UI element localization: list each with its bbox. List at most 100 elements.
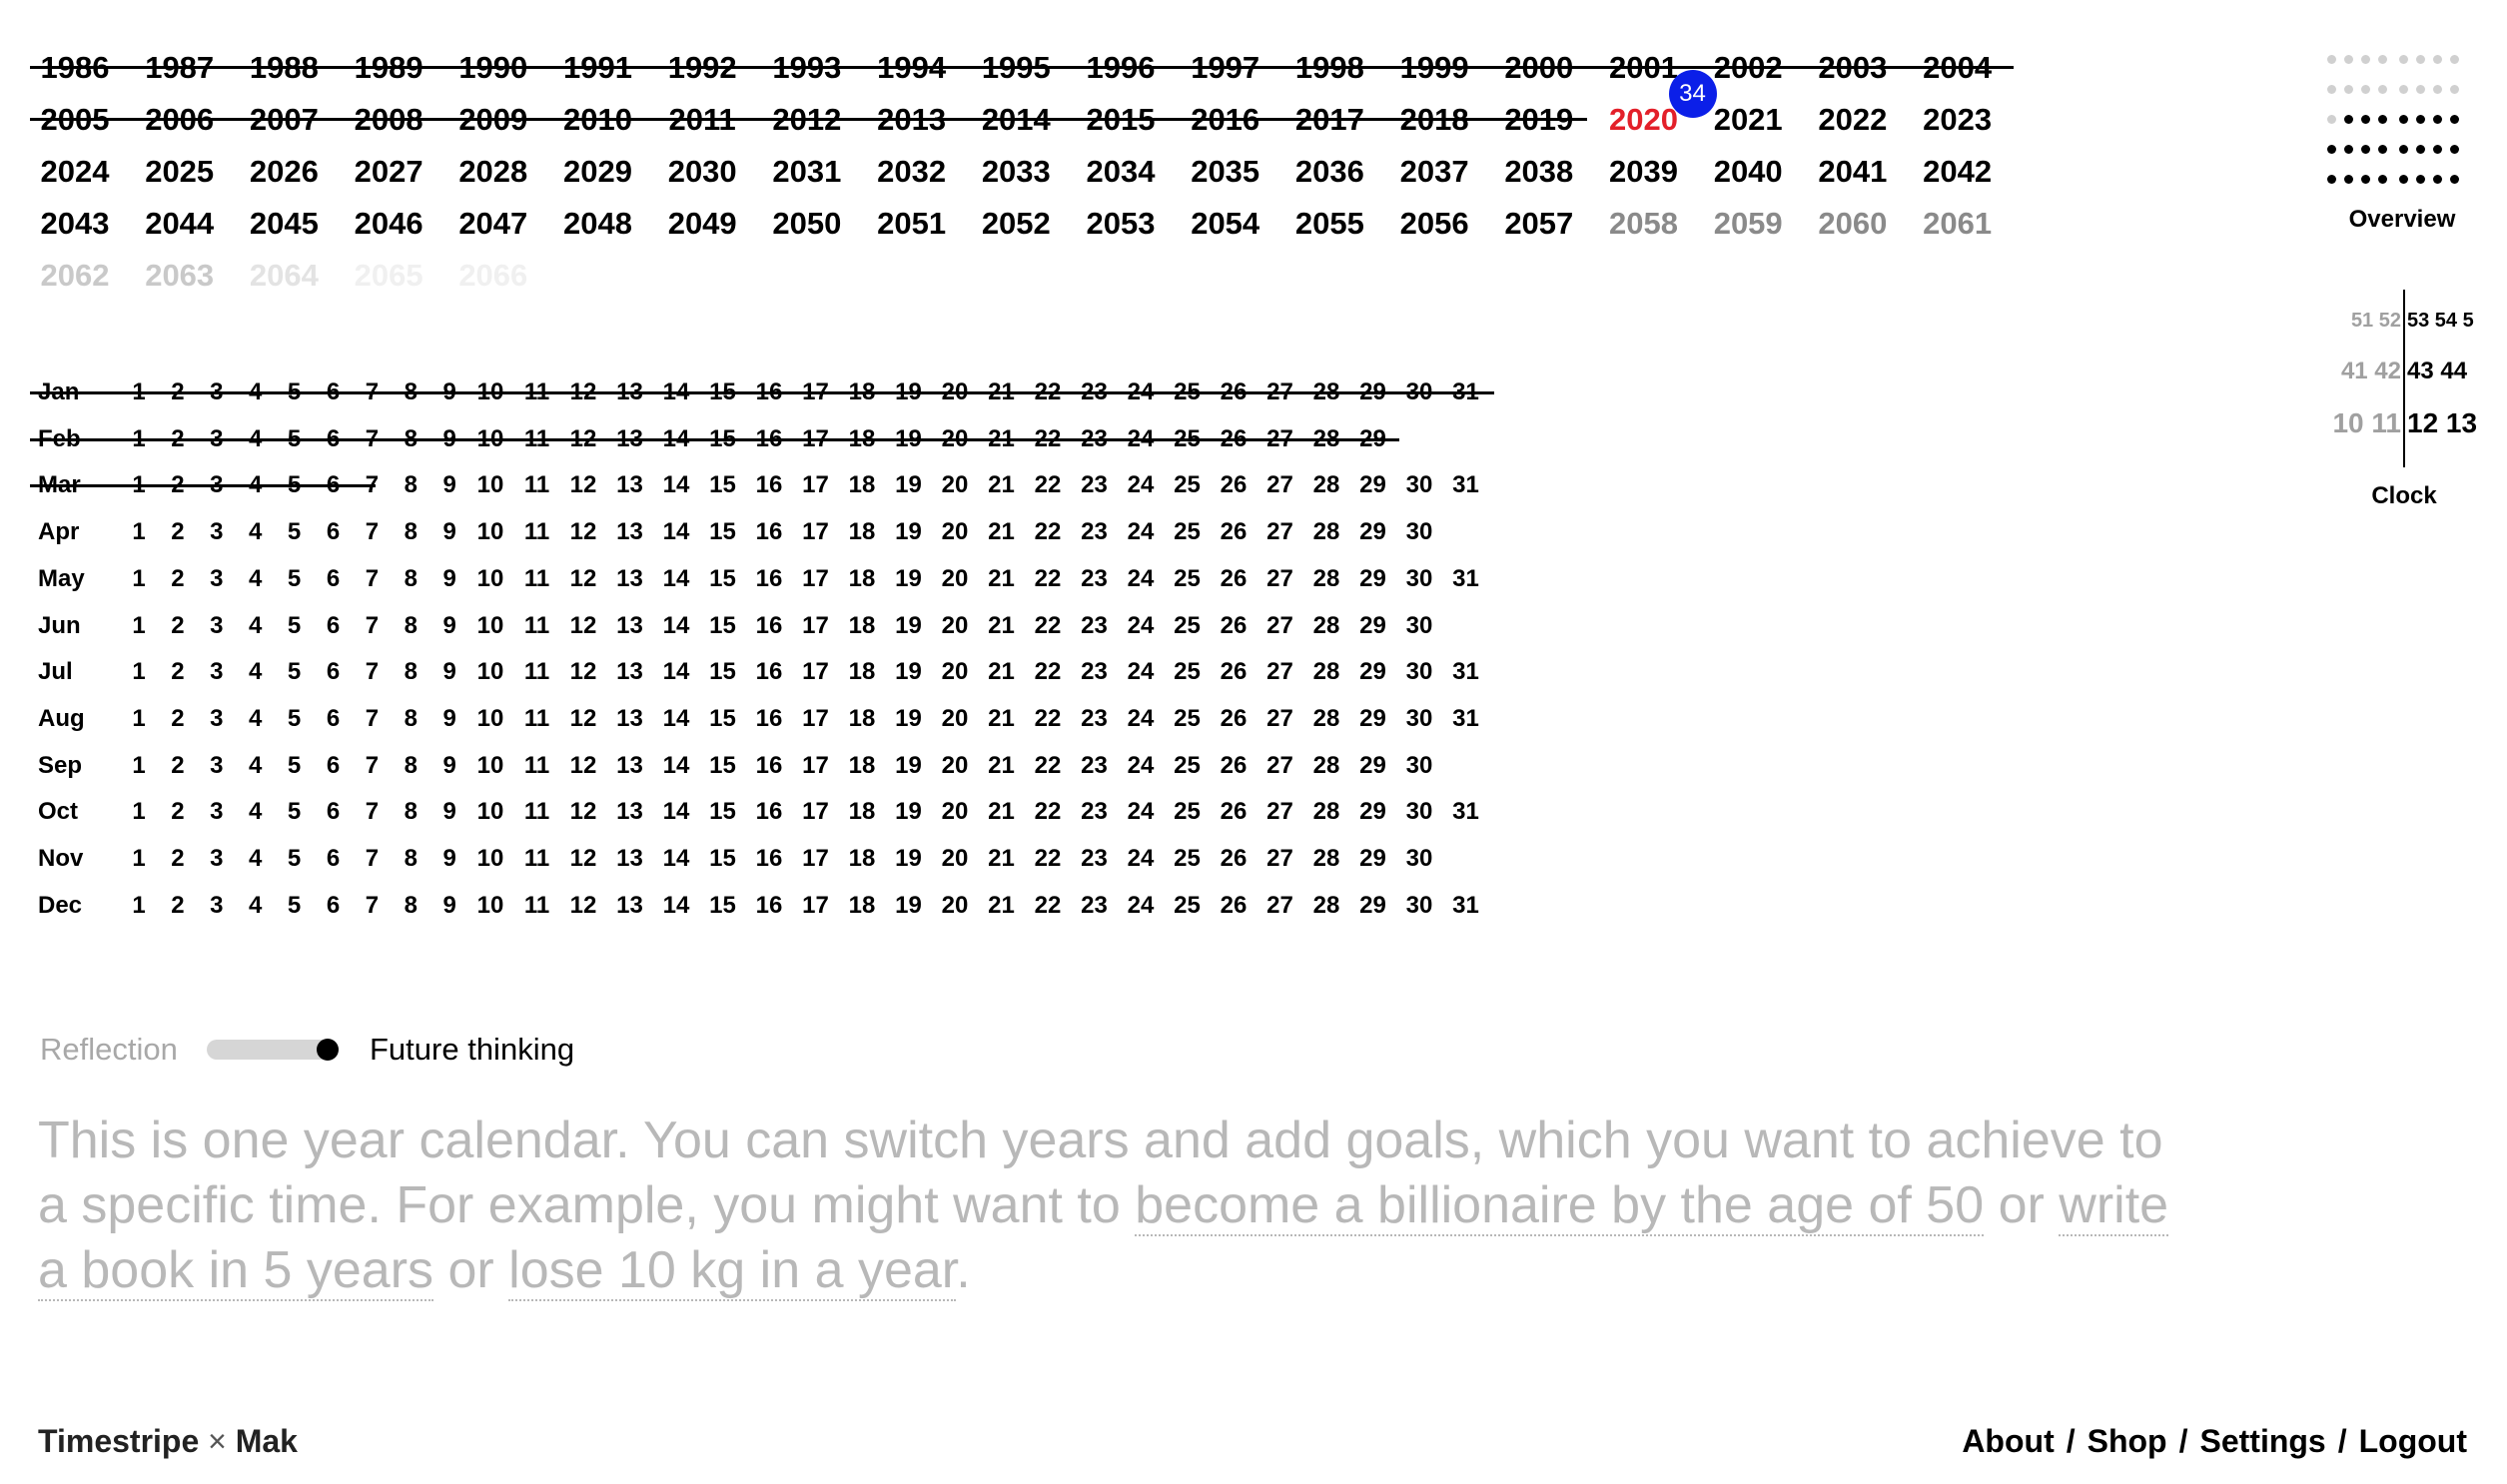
day-cell[interactable]: 17 (793, 891, 839, 921)
year-2047[interactable]: 2047 (441, 204, 545, 244)
overview-dots-icon[interactable] (2327, 55, 2477, 220)
month-label-aug[interactable]: Aug (38, 704, 85, 734)
day-cell[interactable]: 23 (1072, 564, 1118, 594)
day-cell[interactable]: 21 (979, 517, 1025, 547)
day-cell[interactable]: 29 (1350, 704, 1396, 734)
day-cell[interactable]: 10 (467, 797, 513, 827)
day-cell[interactable]: 30 (1396, 704, 1442, 734)
day-cell[interactable]: 14 (653, 891, 699, 921)
day-cell[interactable]: 25 (1165, 564, 1211, 594)
year-2041[interactable]: 2041 (1801, 152, 1905, 192)
year-2025[interactable]: 2025 (128, 152, 232, 192)
day-cell[interactable]: 15 (700, 751, 746, 781)
day-cell[interactable]: 9 (426, 844, 472, 874)
day-cell[interactable]: 16 (746, 891, 792, 921)
day-cell[interactable]: 30 (1396, 844, 1442, 874)
mode-toggle-knob[interactable] (317, 1039, 339, 1061)
day-cell[interactable]: 31 (1443, 657, 1489, 687)
day-cell[interactable]: 15 (700, 470, 746, 500)
day-cell[interactable]: 11 (514, 564, 560, 594)
day-cell[interactable]: 12 (560, 797, 606, 827)
year-2056[interactable]: 2056 (1382, 204, 1486, 244)
day-cell[interactable]: 9 (426, 891, 472, 921)
day-cell[interactable]: 13 (607, 470, 653, 500)
year-2035[interactable]: 2035 (1174, 152, 1277, 192)
day-cell[interactable]: 18 (839, 704, 885, 734)
day-cell[interactable]: 15 (700, 844, 746, 874)
day-cell[interactable]: 17 (793, 751, 839, 781)
toggle-right-label[interactable]: Future thinking (370, 1030, 574, 1070)
day-cell[interactable]: 29 (1350, 564, 1396, 594)
day-cell[interactable]: 30 (1396, 470, 1442, 500)
day-cell[interactable]: 11 (514, 611, 560, 641)
day-cell[interactable]: 26 (1211, 564, 1256, 594)
day-cell[interactable]: 31 (1443, 797, 1489, 827)
settings-link[interactable]: Settings (2199, 1423, 2325, 1459)
year-2033[interactable]: 2033 (964, 152, 1068, 192)
day-cell[interactable]: 30 (1396, 891, 1442, 921)
day-cell[interactable]: 14 (653, 797, 699, 827)
day-cell[interactable]: 21 (979, 844, 1025, 874)
day-cell[interactable]: 29 (1350, 611, 1396, 641)
day-cell[interactable]: 13 (607, 657, 653, 687)
day-cell[interactable]: 11 (514, 797, 560, 827)
day-cell[interactable]: 26 (1211, 470, 1256, 500)
day-cell[interactable]: 21 (979, 564, 1025, 594)
day-cell[interactable]: 23 (1072, 657, 1118, 687)
day-cell[interactable]: 9 (426, 704, 472, 734)
day-cell[interactable]: 12 (560, 844, 606, 874)
day-cell[interactable]: 21 (979, 470, 1025, 500)
day-cell[interactable]: 27 (1257, 844, 1303, 874)
year-2063[interactable]: 2063 (128, 256, 232, 296)
day-cell[interactable]: 11 (514, 657, 560, 687)
day-cell[interactable]: 15 (700, 611, 746, 641)
day-cell[interactable]: 10 (467, 657, 513, 687)
day-cell[interactable]: 31 (1443, 564, 1489, 594)
day-cell[interactable]: 26 (1211, 751, 1256, 781)
day-cell[interactable]: 29 (1350, 657, 1396, 687)
day-cell[interactable]: 30 (1396, 657, 1442, 687)
day-cell[interactable]: 18 (839, 797, 885, 827)
day-cell[interactable]: 13 (607, 797, 653, 827)
day-cell[interactable]: 30 (1396, 564, 1442, 594)
day-cell[interactable]: 10 (467, 891, 513, 921)
day-cell[interactable]: 11 (514, 844, 560, 874)
year-2038[interactable]: 2038 (1487, 152, 1591, 192)
day-cell[interactable]: 23 (1072, 611, 1118, 641)
day-cell[interactable]: 9 (426, 657, 472, 687)
day-cell[interactable]: 23 (1072, 891, 1118, 921)
day-cell[interactable]: 10 (467, 470, 513, 500)
day-cell[interactable]: 30 (1396, 517, 1442, 547)
day-cell[interactable]: 26 (1211, 797, 1256, 827)
day-cell[interactable]: 17 (793, 470, 839, 500)
month-label-dec[interactable]: Dec (38, 891, 82, 921)
day-cell[interactable]: 20 (932, 797, 978, 827)
day-cell[interactable]: 28 (1303, 517, 1349, 547)
day-cell[interactable]: 18 (839, 844, 885, 874)
day-cell[interactable]: 20 (932, 891, 978, 921)
day-cell[interactable]: 16 (746, 751, 792, 781)
year-2023[interactable]: 2023 (1906, 100, 2010, 140)
day-cell[interactable]: 15 (700, 517, 746, 547)
mode-toggle[interactable] (207, 1039, 339, 1061)
day-cell[interactable]: 20 (932, 517, 978, 547)
day-cell[interactable]: 13 (607, 891, 653, 921)
day-cell[interactable]: 27 (1257, 704, 1303, 734)
day-cell[interactable]: 24 (1118, 564, 1164, 594)
day-cell[interactable]: 31 (1443, 470, 1489, 500)
day-cell[interactable]: 28 (1303, 611, 1349, 641)
day-cell[interactable]: 24 (1118, 891, 1164, 921)
year-2028[interactable]: 2028 (441, 152, 545, 192)
day-cell[interactable]: 22 (1025, 470, 1071, 500)
day-cell[interactable]: 12 (560, 891, 606, 921)
day-cell[interactable]: 28 (1303, 470, 1349, 500)
year-2029[interactable]: 2029 (546, 152, 650, 192)
year-2062[interactable]: 2062 (23, 256, 127, 296)
day-cell[interactable]: 17 (793, 844, 839, 874)
day-cell[interactable]: 21 (979, 797, 1025, 827)
year-2055[interactable]: 2055 (1277, 204, 1381, 244)
day-cell[interactable]: 28 (1303, 797, 1349, 827)
day-cell[interactable]: 31 (1443, 704, 1489, 734)
day-cell[interactable]: 29 (1350, 751, 1396, 781)
year-2040[interactable]: 2040 (1696, 152, 1800, 192)
